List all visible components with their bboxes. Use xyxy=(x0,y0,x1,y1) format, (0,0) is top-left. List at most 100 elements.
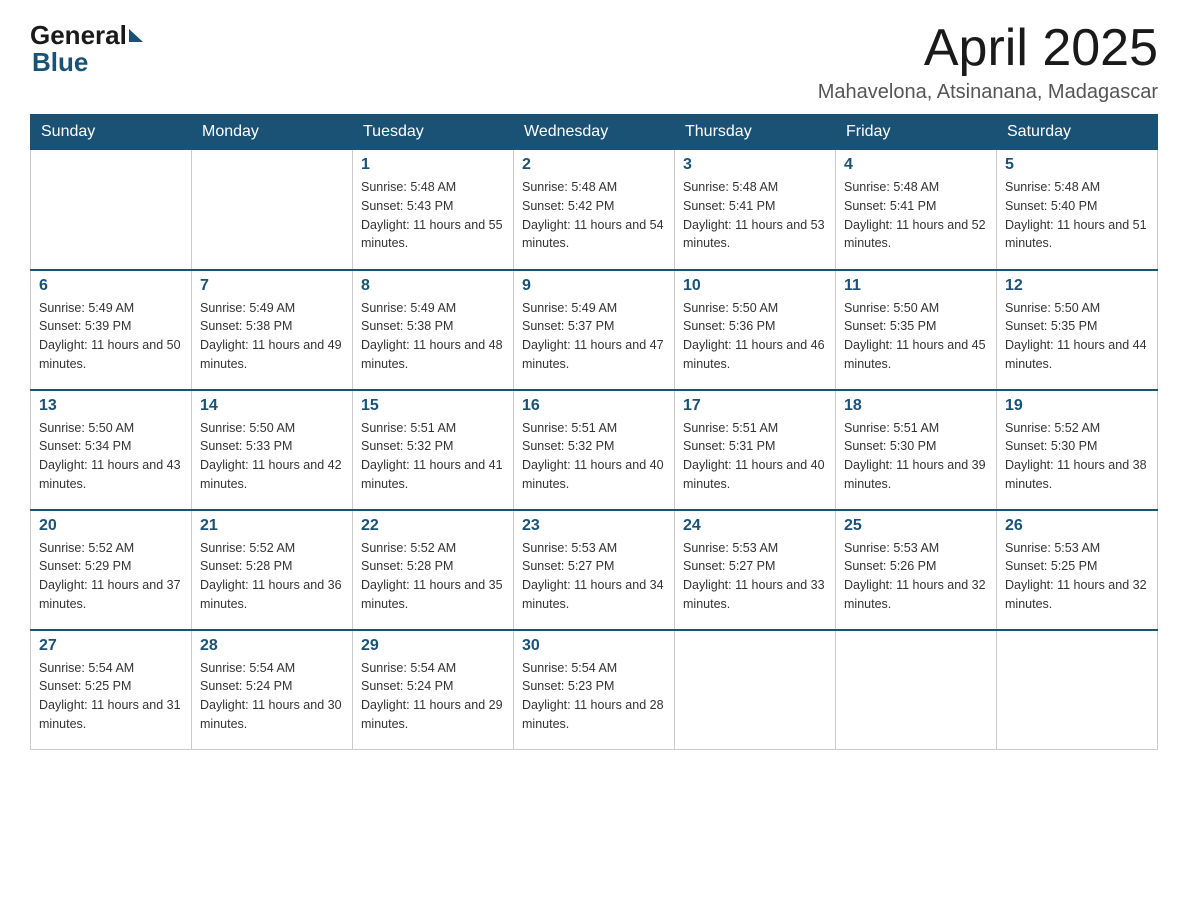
calendar-cell xyxy=(836,630,997,750)
day-info: Sunrise: 5:54 AMSunset: 5:24 PMDaylight:… xyxy=(200,659,344,734)
calendar-cell: 15Sunrise: 5:51 AMSunset: 5:32 PMDayligh… xyxy=(353,390,514,510)
day-number: 11 xyxy=(844,277,988,295)
calendar-cell: 23Sunrise: 5:53 AMSunset: 5:27 PMDayligh… xyxy=(514,510,675,630)
calendar-cell xyxy=(192,150,353,270)
day-number: 22 xyxy=(361,517,505,535)
calendar-cell: 9Sunrise: 5:49 AMSunset: 5:37 PMDaylight… xyxy=(514,270,675,390)
day-number: 29 xyxy=(361,637,505,655)
day-number: 26 xyxy=(1005,517,1149,535)
week-row-2: 6 Sunrise: 5:49 AMSunset: 5:39 PMDaylight… xyxy=(31,270,1158,390)
day-info: Sunrise: 5:53 AMSunset: 5:26 PMDaylight:… xyxy=(844,539,988,614)
day-info: Sunrise: 5:49 AMSunset: 5:38 PMDaylight:… xyxy=(200,299,344,374)
calendar-cell: 5Sunrise: 5:48 AMSunset: 5:40 PMDaylight… xyxy=(997,150,1158,270)
day-info: Sunrise: 5:48 AMSunset: 5:42 PMDaylight:… xyxy=(522,178,666,253)
calendar-cell: 13 Sunrise: 5:50 AMSunset: 5:34 PMDayligh… xyxy=(31,390,192,510)
day-info: Sunrise: 5:49 AMSunset: 5:38 PMDaylight:… xyxy=(361,299,505,374)
calendar-cell: 8 Sunrise: 5:49 AMSunset: 5:38 PMDaylight… xyxy=(353,270,514,390)
calendar-cell: 2 Sunrise: 5:48 AMSunset: 5:42 PMDaylight… xyxy=(514,150,675,270)
calendar-cell xyxy=(31,150,192,270)
calendar-header-thursday: Thursday xyxy=(675,115,836,150)
day-info: Sunrise: 5:48 AMSunset: 5:41 PMDaylight:… xyxy=(683,178,827,253)
day-number: 6 xyxy=(39,277,183,295)
week-row-1: 1Sunrise: 5:48 AMSunset: 5:43 PMDaylight… xyxy=(31,150,1158,270)
day-info: Sunrise: 5:51 AMSunset: 5:31 PMDaylight:… xyxy=(683,419,827,494)
day-info: Sunrise: 5:51 AMSunset: 5:30 PMDaylight:… xyxy=(844,419,988,494)
calendar-cell: 1Sunrise: 5:48 AMSunset: 5:43 PMDaylight… xyxy=(353,150,514,270)
day-info: Sunrise: 5:52 AMSunset: 5:30 PMDaylight:… xyxy=(1005,419,1149,494)
calendar-cell: 11 Sunrise: 5:50 AMSunset: 5:35 PMDayligh… xyxy=(836,270,997,390)
calendar-header-tuesday: Tuesday xyxy=(353,115,514,150)
calendar-header-sunday: Sunday xyxy=(31,115,192,150)
calendar-cell: 4 Sunrise: 5:48 AMSunset: 5:41 PMDaylight… xyxy=(836,150,997,270)
calendar-cell: 12 Sunrise: 5:50 AMSunset: 5:35 PMDayligh… xyxy=(997,270,1158,390)
calendar-cell: 21Sunrise: 5:52 AMSunset: 5:28 PMDayligh… xyxy=(192,510,353,630)
calendar-header-friday: Friday xyxy=(836,115,997,150)
day-info: Sunrise: 5:50 AMSunset: 5:33 PMDaylight:… xyxy=(200,419,344,494)
day-info: Sunrise: 5:50 AMSunset: 5:35 PMDaylight:… xyxy=(844,299,988,374)
month-title: April 2025 xyxy=(818,20,1158,77)
day-number: 30 xyxy=(522,637,666,655)
day-number: 10 xyxy=(683,277,827,295)
day-info: Sunrise: 5:48 AMSunset: 5:41 PMDaylight:… xyxy=(844,178,988,253)
day-number: 16 xyxy=(522,397,666,415)
day-number: 25 xyxy=(844,517,988,535)
day-info: Sunrise: 5:49 AMSunset: 5:39 PMDaylight:… xyxy=(39,299,183,374)
calendar-cell: 26 Sunrise: 5:53 AMSunset: 5:25 PMDayligh… xyxy=(997,510,1158,630)
calendar-cell xyxy=(675,630,836,750)
calendar-header-wednesday: Wednesday xyxy=(514,115,675,150)
calendar-cell: 20 Sunrise: 5:52 AMSunset: 5:29 PMDayligh… xyxy=(31,510,192,630)
calendar-table: SundayMondayTuesdayWednesdayThursdayFrid… xyxy=(30,114,1158,750)
calendar-cell: 6 Sunrise: 5:49 AMSunset: 5:39 PMDaylight… xyxy=(31,270,192,390)
calendar-cell: 17Sunrise: 5:51 AMSunset: 5:31 PMDayligh… xyxy=(675,390,836,510)
logo-blue-text: Blue xyxy=(32,47,88,78)
calendar-cell: 28 Sunrise: 5:54 AMSunset: 5:24 PMDayligh… xyxy=(192,630,353,750)
calendar-cell: 3Sunrise: 5:48 AMSunset: 5:41 PMDaylight… xyxy=(675,150,836,270)
title-section: April 2025 Mahavelona, Atsinanana, Madag… xyxy=(818,20,1158,104)
calendar-cell: 24 Sunrise: 5:53 AMSunset: 5:27 PMDayligh… xyxy=(675,510,836,630)
day-number: 7 xyxy=(200,277,344,295)
day-number: 13 xyxy=(39,397,183,415)
day-info: Sunrise: 5:48 AMSunset: 5:43 PMDaylight:… xyxy=(361,178,505,253)
day-info: Sunrise: 5:49 AMSunset: 5:37 PMDaylight:… xyxy=(522,299,666,374)
logo-arrow-icon xyxy=(129,29,143,42)
day-number: 27 xyxy=(39,637,183,655)
day-number: 2 xyxy=(522,156,666,174)
day-info: Sunrise: 5:50 AMSunset: 5:36 PMDaylight:… xyxy=(683,299,827,374)
day-info: Sunrise: 5:52 AMSunset: 5:29 PMDaylight:… xyxy=(39,539,183,614)
day-number: 18 xyxy=(844,397,988,415)
day-info: Sunrise: 5:51 AMSunset: 5:32 PMDaylight:… xyxy=(361,419,505,494)
calendar-cell: 29Sunrise: 5:54 AMSunset: 5:24 PMDayligh… xyxy=(353,630,514,750)
calendar-cell: 25 Sunrise: 5:53 AMSunset: 5:26 PMDayligh… xyxy=(836,510,997,630)
day-info: Sunrise: 5:48 AMSunset: 5:40 PMDaylight:… xyxy=(1005,178,1149,253)
calendar-header-row: SundayMondayTuesdayWednesdayThursdayFrid… xyxy=(31,115,1158,150)
calendar-header-saturday: Saturday xyxy=(997,115,1158,150)
day-info: Sunrise: 5:54 AMSunset: 5:23 PMDaylight:… xyxy=(522,659,666,734)
day-number: 23 xyxy=(522,517,666,535)
calendar-cell: 7 Sunrise: 5:49 AMSunset: 5:38 PMDaylight… xyxy=(192,270,353,390)
day-info: Sunrise: 5:52 AMSunset: 5:28 PMDaylight:… xyxy=(361,539,505,614)
calendar-cell: 14Sunrise: 5:50 AMSunset: 5:33 PMDayligh… xyxy=(192,390,353,510)
day-info: Sunrise: 5:54 AMSunset: 5:25 PMDaylight:… xyxy=(39,659,183,734)
location-title: Mahavelona, Atsinanana, Madagascar xyxy=(818,81,1158,104)
day-info: Sunrise: 5:50 AMSunset: 5:34 PMDaylight:… xyxy=(39,419,183,494)
logo: General Blue xyxy=(30,20,143,78)
calendar-cell: 22 Sunrise: 5:52 AMSunset: 5:28 PMDayligh… xyxy=(353,510,514,630)
calendar-cell: 16 Sunrise: 5:51 AMSunset: 5:32 PMDayligh… xyxy=(514,390,675,510)
calendar-cell: 30 Sunrise: 5:54 AMSunset: 5:23 PMDayligh… xyxy=(514,630,675,750)
day-number: 4 xyxy=(844,156,988,174)
page-header: General Blue April 2025 Mahavelona, Atsi… xyxy=(30,20,1158,104)
calendar-cell xyxy=(997,630,1158,750)
day-number: 20 xyxy=(39,517,183,535)
calendar-cell: 10 Sunrise: 5:50 AMSunset: 5:36 PMDayligh… xyxy=(675,270,836,390)
day-number: 28 xyxy=(200,637,344,655)
day-number: 24 xyxy=(683,517,827,535)
week-row-4: 20 Sunrise: 5:52 AMSunset: 5:29 PMDayligh… xyxy=(31,510,1158,630)
day-number: 12 xyxy=(1005,277,1149,295)
day-info: Sunrise: 5:51 AMSunset: 5:32 PMDaylight:… xyxy=(522,419,666,494)
day-info: Sunrise: 5:50 AMSunset: 5:35 PMDaylight:… xyxy=(1005,299,1149,374)
calendar-cell: 27 Sunrise: 5:54 AMSunset: 5:25 PMDayligh… xyxy=(31,630,192,750)
day-info: Sunrise: 5:53 AMSunset: 5:25 PMDaylight:… xyxy=(1005,539,1149,614)
day-info: Sunrise: 5:53 AMSunset: 5:27 PMDaylight:… xyxy=(683,539,827,614)
calendar-header-monday: Monday xyxy=(192,115,353,150)
day-number: 8 xyxy=(361,277,505,295)
